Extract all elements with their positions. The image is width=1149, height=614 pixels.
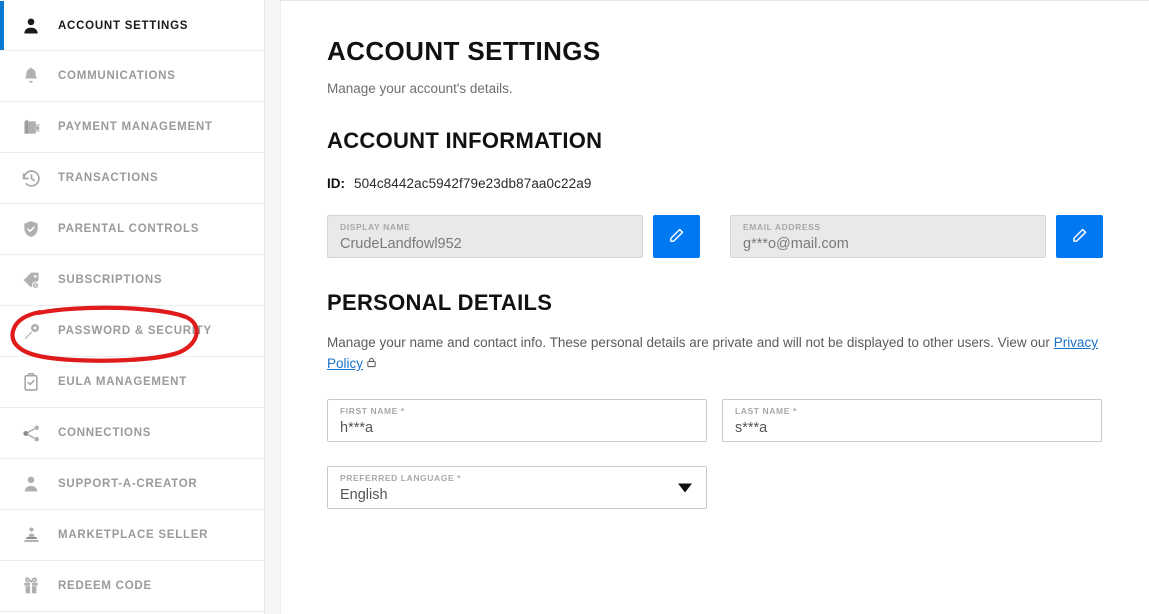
name-fields-row: FIRST NAME * h***a LAST NAME * s***a [327, 399, 1103, 442]
chevron-down-icon[interactable] [678, 483, 692, 492]
sidebar-item-label: ACCOUNT SETTINGS [58, 19, 189, 32]
person-icon [18, 13, 44, 39]
sidebar-item-label: PAYMENT MANAGEMENT [58, 121, 213, 133]
display-name-label: DISPLAY NAME [340, 222, 411, 232]
wallet-icon [18, 114, 44, 140]
gift-icon [18, 573, 44, 599]
page-subtitle: Manage your account's details. [327, 81, 513, 96]
sidebar-item-redeem-code[interactable]: REDEEM CODE [0, 561, 264, 612]
person-outline-icon [18, 471, 44, 497]
sidebar-item-label: SUPPORT-A-CREATOR [58, 478, 198, 490]
sidebar-item-password-security[interactable]: PASSWORD & SECURITY [0, 306, 264, 357]
history-clock-icon [18, 165, 44, 191]
language-field-row: PREFERRED LANGUAGE * English [327, 466, 1103, 509]
account-id-row: ID: 504c8442ac5942f79e23db87aa0c22a9 [327, 176, 1103, 191]
sidebar-item-account-settings[interactable]: ACCOUNT SETTINGS [0, 0, 264, 51]
sidebar-item-label: EULA MANAGEMENT [58, 376, 188, 388]
first-name-value: h***a [340, 420, 374, 436]
shield-check-icon [18, 216, 44, 242]
account-id-value: 504c8442ac5942f79e23db87aa0c22a9 [354, 176, 592, 191]
sidebar-item-label: REDEEM CODE [58, 580, 152, 592]
sidebar-item-payment-management[interactable]: PAYMENT MANAGEMENT [0, 102, 264, 153]
sidebar-item-label: TRANSACTIONS [58, 172, 159, 184]
last-name-value: s***a [735, 420, 768, 436]
main-content: ACCOUNT SETTINGS Manage your account's d… [280, 0, 1149, 614]
page-title: ACCOUNT SETTINGS [327, 36, 601, 66]
pencil-icon [1071, 227, 1088, 247]
display-name-value: CrudeLandfowl952 [340, 236, 462, 252]
sidebar-item-label: COMMUNICATIONS [58, 70, 176, 82]
sidebar-item-parental-controls[interactable]: PARENTAL CONTROLS [0, 204, 264, 255]
pencil-icon [668, 227, 685, 247]
first-name-label: FIRST NAME * [340, 406, 405, 416]
account-information-heading: ACCOUNT INFORMATION [327, 128, 603, 153]
layout-gutter [265, 0, 280, 614]
personal-details-description-text: Manage your name and contact info. These… [327, 335, 1054, 350]
sidebar-item-label: MARKETPLACE SELLER [58, 529, 209, 541]
edit-email-address-button[interactable] [1056, 215, 1103, 258]
sidebar-item-marketplace-seller[interactable]: MARKETPLACE SELLER [0, 510, 264, 561]
first-name-field[interactable]: FIRST NAME * h***a [327, 399, 707, 442]
account-settings-page: ACCOUNT SETTINGS COMMUNICATIONS PAYMENT MA… [0, 0, 1149, 614]
personal-details-description: Manage your name and contact info. These… [327, 332, 1103, 375]
last-name-field[interactable]: LAST NAME * s***a [722, 399, 1102, 442]
price-tag-icon: $ [18, 267, 44, 293]
sidebar-item-transactions[interactable]: TRANSACTIONS [0, 153, 264, 204]
sidebar-item-label: SUBSCRIPTIONS [58, 274, 163, 286]
sidebar-item-communications[interactable]: COMMUNICATIONS [0, 51, 264, 102]
clipboard-check-icon [18, 369, 44, 395]
sidebar-item-label: PASSWORD & SECURITY [58, 325, 212, 337]
preferred-language-select[interactable]: PREFERRED LANGUAGE * English [327, 466, 707, 509]
key-icon [18, 318, 44, 344]
last-name-label: LAST NAME * [735, 406, 797, 416]
sidebar-item-eula-management[interactable]: EULA MANAGEMENT [0, 357, 264, 408]
bell-icon [18, 63, 44, 89]
lock-icon [366, 354, 377, 375]
seller-podium-icon [18, 522, 44, 548]
sidebar-item-subscriptions[interactable]: $ SUBSCRIPTIONS [0, 255, 264, 306]
email-address-label: EMAIL ADDRESS [743, 222, 821, 232]
edit-display-name-button[interactable] [653, 215, 700, 258]
preferred-language-value: English [340, 487, 388, 503]
display-name-field: DISPLAY NAME CrudeLandfowl952 [327, 215, 643, 258]
account-id-label: ID: [327, 176, 345, 191]
sidebar-item-label: CONNECTIONS [58, 427, 152, 439]
email-address-field: EMAIL ADDRESS g***o@mail.com [730, 215, 1046, 258]
personal-details-heading: PERSONAL DETAILS [327, 290, 553, 315]
preferred-language-label: PREFERRED LANGUAGE * [340, 473, 462, 483]
sidebar-item-support-a-creator[interactable]: SUPPORT-A-CREATOR [0, 459, 264, 510]
share-nodes-icon [18, 420, 44, 446]
account-fields-row: DISPLAY NAME CrudeLandfowl952 EMAIL ADDR… [327, 215, 1103, 258]
sidebar-item-connections[interactable]: CONNECTIONS [0, 408, 264, 459]
sidebar-item-label: PARENTAL CONTROLS [58, 223, 200, 235]
settings-sidebar: ACCOUNT SETTINGS COMMUNICATIONS PAYMENT MA… [0, 0, 265, 614]
email-address-value: g***o@mail.com [743, 236, 849, 252]
